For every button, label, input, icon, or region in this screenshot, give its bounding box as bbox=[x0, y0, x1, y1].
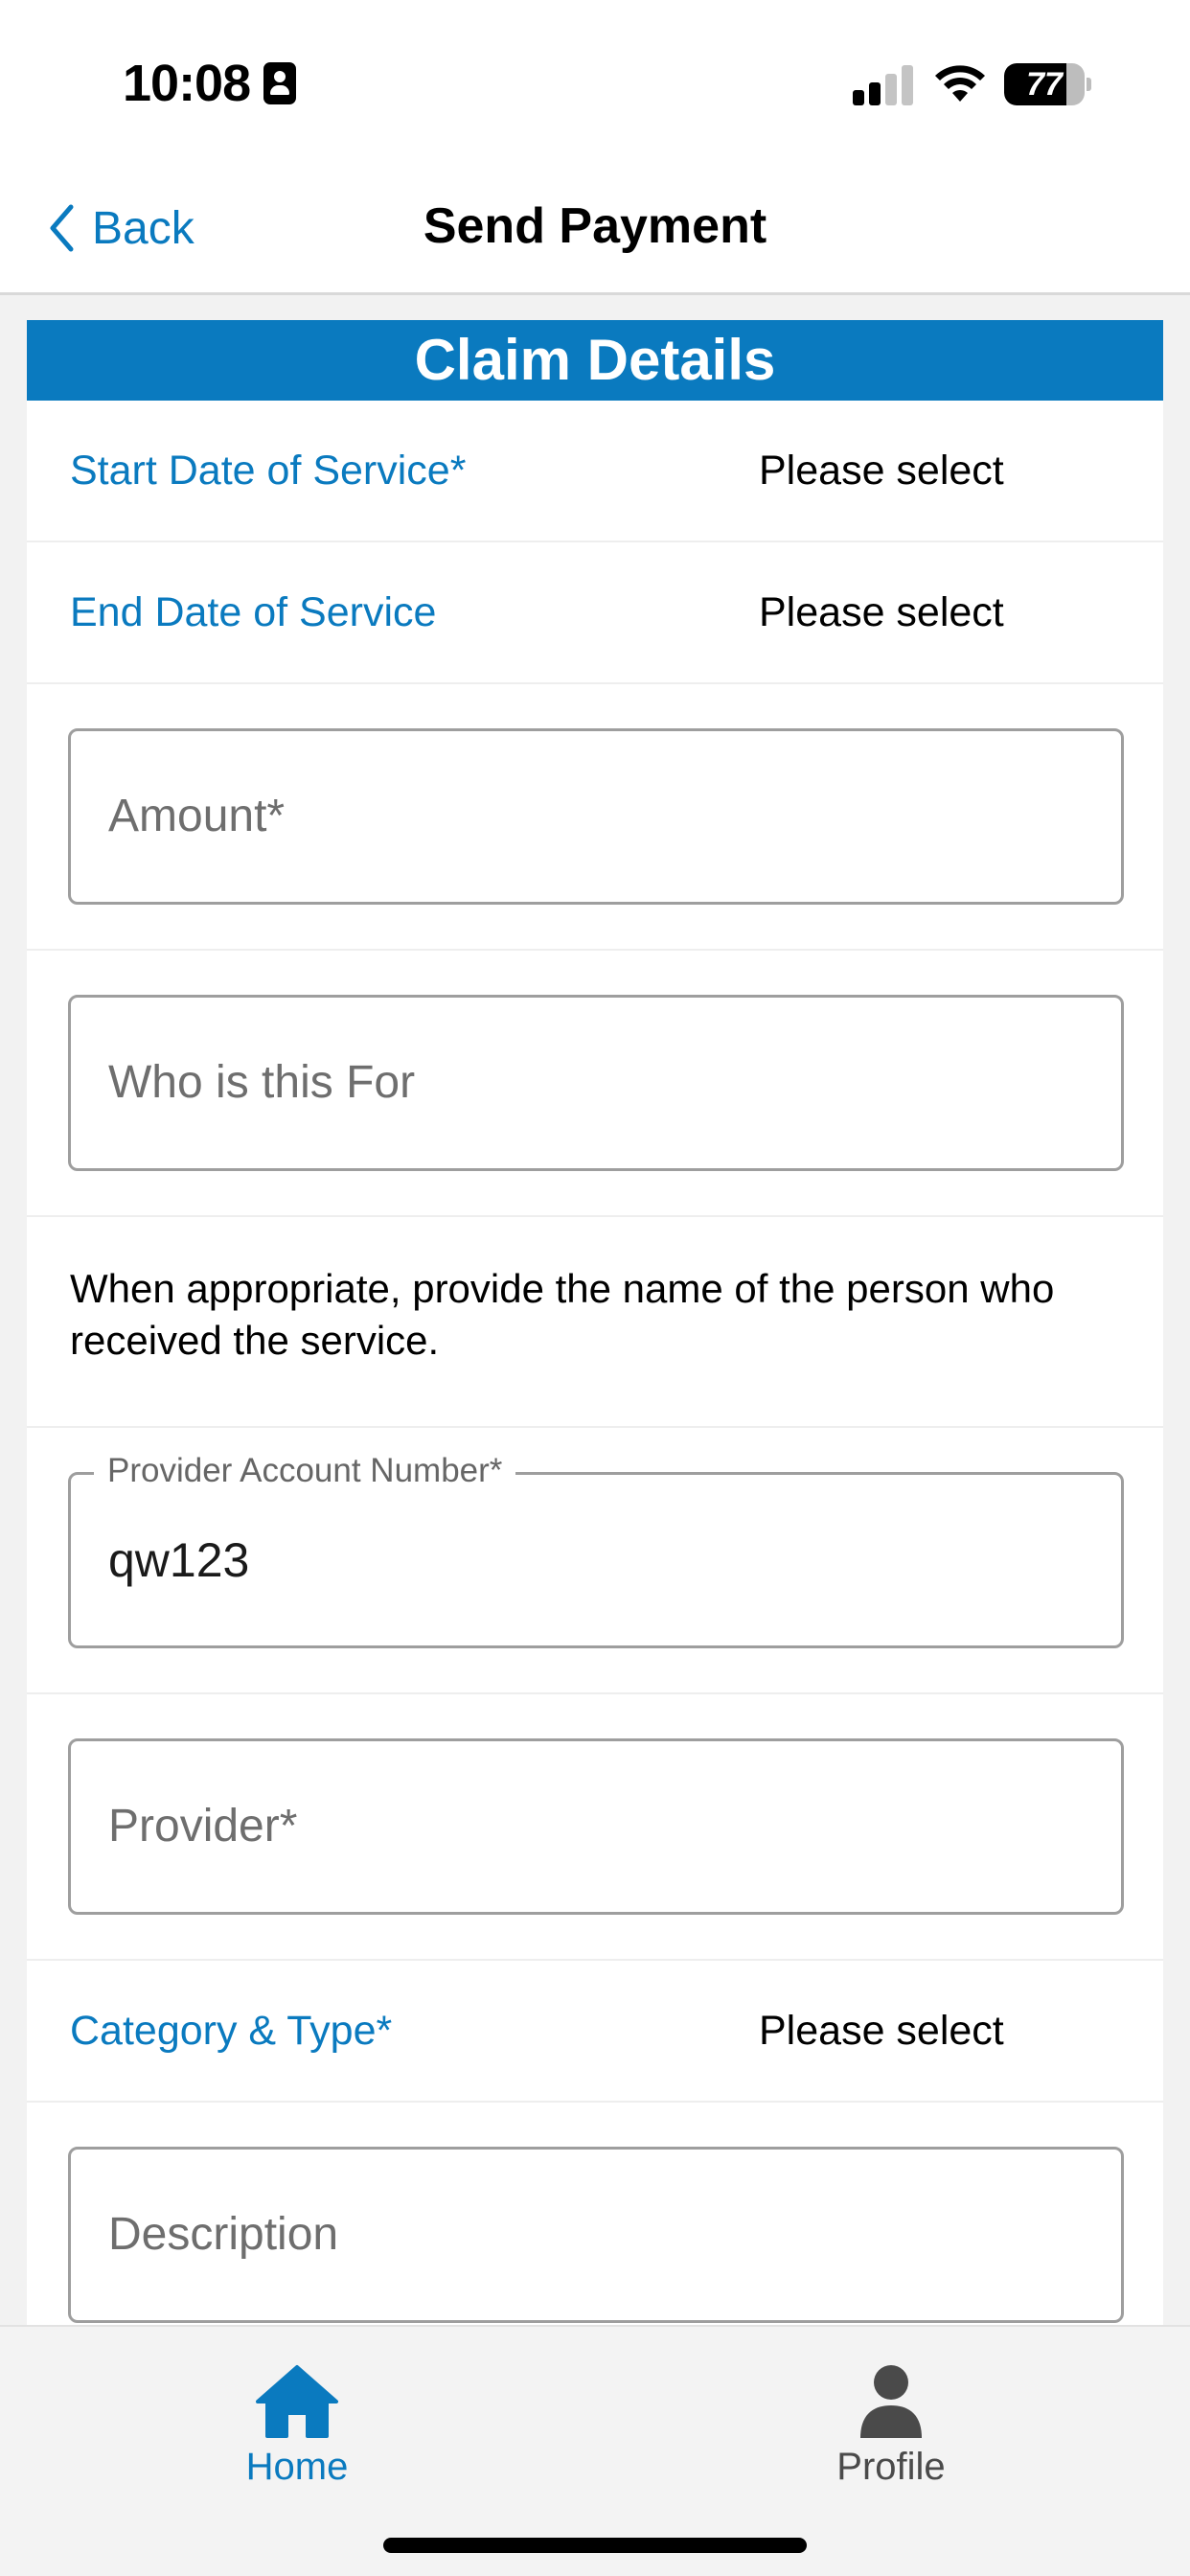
wifi-icon bbox=[935, 65, 985, 102]
provider-account-field[interactable]: Provider Account Number* qw123 bbox=[68, 1452, 1124, 1648]
clock: 10:08 bbox=[123, 55, 251, 112]
end-date-value[interactable]: Please select bbox=[759, 589, 1004, 636]
battery-body: 77 bbox=[1004, 63, 1085, 105]
battery-cap bbox=[1087, 78, 1091, 91]
tab-profile[interactable]: Profile bbox=[747, 2344, 1035, 2488]
battery-level: 77 bbox=[1026, 66, 1063, 103]
start-date-label: Start Date of Service* bbox=[70, 447, 467, 494]
end-date-row[interactable]: End Date of Service Please select bbox=[27, 542, 1163, 684]
tab-home-label: Home bbox=[245, 2446, 349, 2488]
start-date-value[interactable]: Please select bbox=[759, 448, 1004, 494]
provider-account-value: qw123 bbox=[108, 1533, 250, 1587]
amount-row: Amount* bbox=[27, 684, 1163, 951]
description-placeholder: Description bbox=[108, 2209, 339, 2260]
navigation-bar: Back Send Payment bbox=[0, 153, 1190, 295]
person-card-icon bbox=[263, 62, 297, 104]
category-row[interactable]: Category & Type* Please select bbox=[27, 1961, 1163, 2103]
provider-field[interactable]: Provider* bbox=[68, 1738, 1124, 1915]
start-date-row[interactable]: Start Date of Service* Please select bbox=[27, 401, 1163, 542]
end-date-label: End Date of Service bbox=[70, 588, 437, 635]
battery-icon: 77 bbox=[1004, 63, 1091, 105]
claim-details-card: Claim Details Start Date of Service* Ple… bbox=[27, 320, 1163, 2325]
provider-row: Provider* bbox=[27, 1694, 1163, 1961]
amount-placeholder: Amount* bbox=[108, 791, 286, 841]
card-header: Claim Details bbox=[27, 320, 1163, 401]
house-icon bbox=[256, 2365, 338, 2438]
help-text: When appropriate, provide the name of th… bbox=[70, 1266, 1055, 1363]
who-for-field[interactable]: Who is this For bbox=[68, 995, 1124, 1171]
home-indicator bbox=[383, 2538, 807, 2553]
help-row: When appropriate, provide the name of th… bbox=[27, 1217, 1163, 1428]
category-value[interactable]: Please select bbox=[759, 2008, 1004, 2055]
amount-field[interactable]: Amount* bbox=[68, 728, 1124, 905]
page-title: Send Payment bbox=[423, 198, 767, 254]
tab-home[interactable]: Home bbox=[153, 2344, 441, 2488]
status-time-group: 10:08 bbox=[123, 54, 297, 113]
provider-account-row: Provider Account Number* qw123 bbox=[27, 1428, 1163, 1694]
person-icon bbox=[860, 2365, 922, 2438]
description-row: Description bbox=[27, 2103, 1163, 2325]
provider-placeholder: Provider* bbox=[108, 1801, 298, 1852]
cellular-signal-icon bbox=[853, 63, 913, 105]
who-for-row: Who is this For bbox=[27, 951, 1163, 1217]
status-bar: 10:08 77 bbox=[0, 0, 1190, 153]
tab-profile-label: Profile bbox=[836, 2446, 946, 2488]
who-for-placeholder: Who is this For bbox=[108, 1057, 416, 1108]
description-field[interactable]: Description bbox=[68, 2147, 1124, 2323]
category-label: Category & Type* bbox=[70, 2007, 393, 2054]
